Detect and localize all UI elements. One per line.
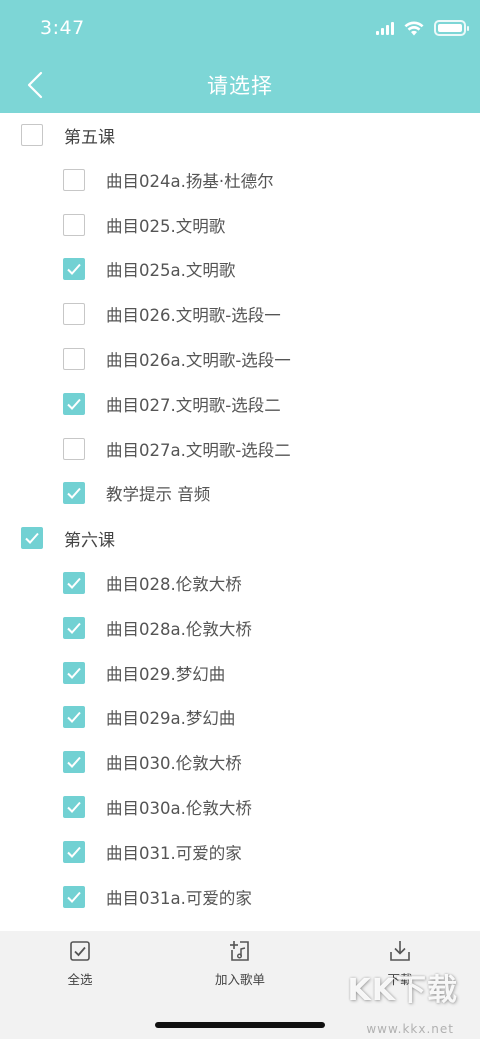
home-indicator <box>155 1022 325 1028</box>
watermark-logo: KK下载 <box>347 973 458 1008</box>
check-icon <box>67 801 81 813</box>
track-title: 教学提示 音频 <box>106 485 211 505</box>
checkbox-unchecked[interactable] <box>63 437 85 460</box>
track-row[interactable]: 曲目028.伦敦大桥 <box>0 561 480 605</box>
track-title: 曲目029.梦幻曲 <box>106 664 226 684</box>
checkbox-unchecked[interactable] <box>21 124 43 146</box>
checkbox-checked[interactable] <box>63 392 85 415</box>
check-icon <box>67 264 81 276</box>
track-row[interactable]: 曲目026.文明歌-选段一 <box>0 292 480 336</box>
add-playlist-label: 加入歌单 <box>214 972 265 987</box>
track-row[interactable]: 曲目031.可爱的家 <box>0 830 480 874</box>
track-row[interactable]: 曲目027a.文明歌-选段二 <box>0 427 480 471</box>
check-icon <box>67 577 81 589</box>
track-row[interactable]: 曲目026a.文明歌-选段一 <box>0 337 480 381</box>
track-title: 曲目025a.文明歌 <box>106 261 236 281</box>
checkbox-checked[interactable] <box>63 258 85 281</box>
track-title: 曲目027a.文明歌-选段二 <box>106 440 291 460</box>
lesson-group-row[interactable]: 第六课 <box>0 516 480 560</box>
track-row[interactable]: 曲目025.文明歌 <box>0 203 480 247</box>
track-title: 曲目026.文明歌-选段一 <box>106 306 281 326</box>
track-title: 曲目024a.扬基·杜德尔 <box>106 171 274 191</box>
check-icon <box>67 891 81 903</box>
checkbox-checked[interactable] <box>63 885 85 908</box>
track-title: 曲目030a.伦敦大桥 <box>106 799 252 818</box>
track-row[interactable]: 曲目030.伦敦大桥 <box>0 740 480 784</box>
track-title: 曲目031a.可爱的家 <box>106 888 252 908</box>
track-list[interactable]: 第五课曲目024a.扬基·杜德尔 曲目025.文明歌 曲目025a.文明歌曲目026… <box>0 113 480 931</box>
checkbox-unchecked[interactable] <box>63 303 85 326</box>
wifi-icon <box>404 20 424 35</box>
add-playlist-button[interactable]: 加入歌单 <box>195 939 285 999</box>
track-title: 曲目025.文明歌 <box>106 216 226 236</box>
watermark-url: www.kkx.net <box>366 1022 454 1036</box>
track-title: 曲目029a.梦幻曲 <box>106 709 236 729</box>
track-row[interactable]: 曲目029.梦幻曲 <box>0 651 480 695</box>
check-icon <box>67 667 81 679</box>
track-title: 曲目026a.文明歌-选段一 <box>106 351 291 370</box>
track-row[interactable]: 曲目024a.扬基·杜德尔 <box>0 158 480 202</box>
checkbox-unchecked[interactable] <box>63 348 85 370</box>
track-title: 曲目028a.伦敦大桥 <box>106 619 252 639</box>
check-icon <box>67 398 81 410</box>
checkbox-check-icon <box>70 941 90 961</box>
checkbox-checked[interactable] <box>63 840 85 863</box>
checkbox-checked[interactable] <box>63 706 85 729</box>
track-title: 曲目027.文明歌-选段二 <box>106 395 281 415</box>
track-row[interactable]: 曲目027.文明歌-选段二 <box>0 382 480 426</box>
lesson-title: 第五课 <box>64 127 115 148</box>
check-icon <box>67 846 81 858</box>
page-title: 请选择 <box>207 74 273 98</box>
select-all-label: 全选 <box>67 972 93 987</box>
track-title: 曲目031.可爱的家 <box>106 843 242 863</box>
checkbox-checked[interactable] <box>63 796 85 818</box>
check-icon <box>67 622 81 634</box>
checkbox-checked[interactable] <box>63 661 85 684</box>
lesson-group-row[interactable]: 第五课 <box>0 113 480 157</box>
download-icon <box>390 941 410 961</box>
select-all-button[interactable]: 全选 <box>35 939 125 999</box>
check-icon <box>67 488 81 500</box>
checkbox-unchecked[interactable] <box>63 168 85 191</box>
track-row[interactable]: 曲目028a.伦敦大桥 <box>0 606 480 650</box>
check-icon <box>67 757 81 769</box>
track-row[interactable]: 教学提示 音频 <box>0 471 480 515</box>
add-playlist-icon <box>230 941 249 961</box>
checkbox-checked[interactable] <box>63 751 85 774</box>
signal-icon <box>376 21 394 35</box>
checkbox-checked[interactable] <box>63 616 85 639</box>
battery-icon <box>434 20 469 36</box>
lesson-title: 第六课 <box>64 530 115 551</box>
status-time: 3:47 <box>40 17 85 39</box>
track-title: 曲目030.伦敦大桥 <box>106 754 242 774</box>
check-icon <box>25 533 39 545</box>
app-header: 3:47 请选择 <box>0 0 480 113</box>
check-icon <box>67 712 81 724</box>
track-row[interactable]: 曲目031a.可爱的家 <box>0 875 480 919</box>
checkbox-checked[interactable] <box>63 572 85 594</box>
bottom-action-bar: 全选 加入歌单 下载 KK下载 www.kkx.net <box>0 931 480 1039</box>
checkbox-checked[interactable] <box>63 482 85 505</box>
track-row[interactable]: 曲目025a.文明歌 <box>0 247 480 291</box>
status-icons <box>376 20 469 36</box>
checkbox-checked[interactable] <box>21 527 43 550</box>
track-title: 曲目028.伦敦大桥 <box>106 575 242 594</box>
checkbox-unchecked[interactable] <box>63 213 85 236</box>
track-row[interactable]: 曲目030a.伦敦大桥 <box>0 785 480 829</box>
track-row[interactable]: 曲目029a.梦幻曲 <box>0 695 480 739</box>
